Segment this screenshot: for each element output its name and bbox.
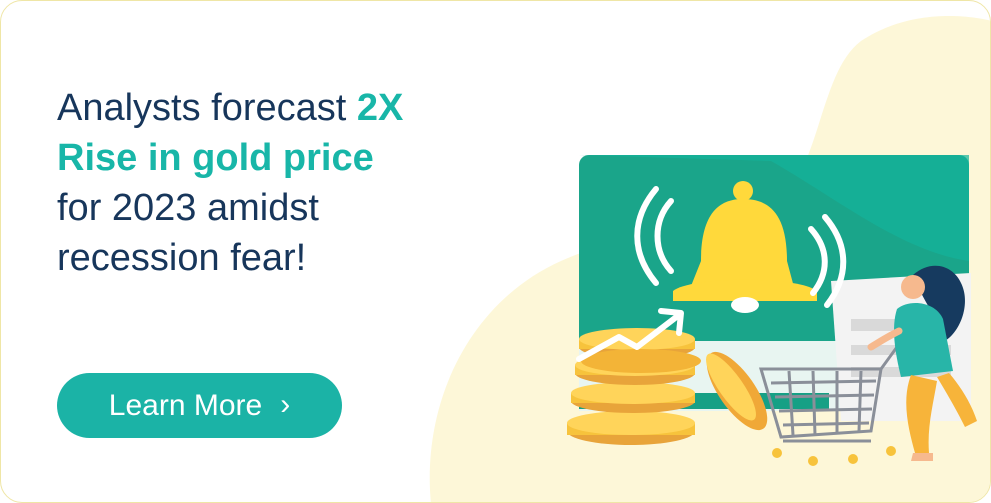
learn-more-button[interactable]: Learn More › xyxy=(57,373,342,438)
headline-accent: 2X xyxy=(356,87,404,129)
headline-line-1-text: Analysts forecast xyxy=(57,87,357,129)
promo-banner[interactable]: Analysts forecast 2X Rise in gold price … xyxy=(0,0,991,503)
headline-line-3: for 2023 amidst xyxy=(57,187,319,229)
headline: Analysts forecast 2X Rise in gold price … xyxy=(57,83,527,283)
chevron-right-icon: › xyxy=(280,387,291,421)
headline-line-1: Analysts forecast 2X xyxy=(57,83,527,133)
headline-line-4: recession fear! xyxy=(57,237,307,279)
gold-alert-illustration xyxy=(567,155,977,466)
learn-more-label: Learn More xyxy=(108,388,263,422)
headline-line-2: Rise in gold price xyxy=(57,137,374,179)
